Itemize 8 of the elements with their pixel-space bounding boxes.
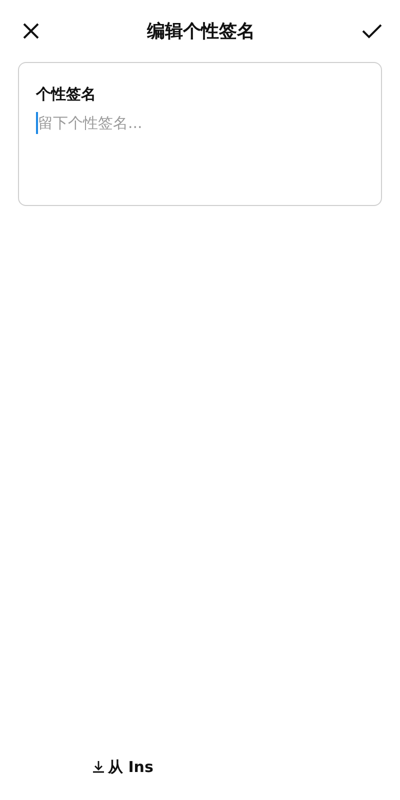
checkmark-icon: [362, 23, 382, 39]
page-title: 编辑个性签名: [147, 20, 255, 44]
import-link[interactable]: 从 Ins: [93, 756, 154, 778]
close-button[interactable]: [22, 22, 40, 40]
confirm-button[interactable]: [362, 23, 382, 39]
download-icon: [93, 760, 104, 773]
field-label: 个性签名: [36, 84, 97, 105]
close-icon: [22, 22, 40, 40]
